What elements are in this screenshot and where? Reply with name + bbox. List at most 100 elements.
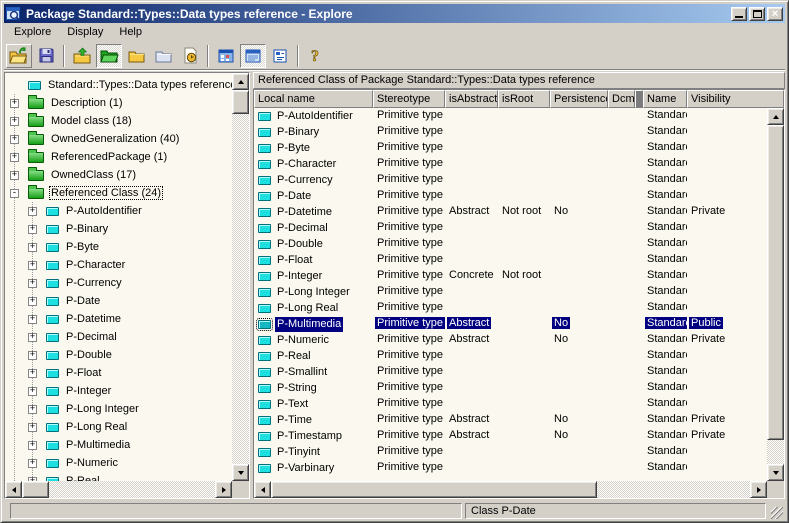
expander-icon[interactable]: + [28,387,37,396]
column-header-isroot[interactable]: isRoot [498,90,550,108]
table-row[interactable]: P-TimestampPrimitive typeAbstractNoStand… [254,428,767,444]
table-row[interactable]: P-DoublePrimitive typeStandarc [254,236,767,252]
expander-icon[interactable]: + [10,117,19,126]
tree-item-p-double[interactable]: +P-Double [8,346,232,364]
expander-icon[interactable]: + [28,405,37,414]
tree-item-p-currency[interactable]: +P-Currency [8,274,232,292]
table-row[interactable]: P-MultimediaPrimitive typeAbstractNoStan… [254,316,767,332]
tree-item-p-byte[interactable]: +P-Byte [8,238,232,256]
folder-pale-button[interactable] [150,44,176,68]
scroll-track[interactable] [232,90,249,464]
expander-icon[interactable]: + [28,459,37,468]
tree-item-p-date[interactable]: +P-Date [8,292,232,310]
expander-icon[interactable]: + [28,369,37,378]
table-row[interactable]: P-BinaryPrimitive typeStandarc [254,124,767,140]
view-large-icons-button[interactable] [213,44,239,68]
table-row[interactable]: P-Long IntegerPrimitive typeStandarc [254,284,767,300]
expander-icon[interactable]: + [28,261,37,270]
tree-item-p-multimedia[interactable]: +P-Multimedia [8,436,232,454]
expander-icon[interactable]: + [28,279,37,288]
table-row[interactable]: P-DatetimePrimitive typeAbstractNot root… [254,204,767,220]
expander-icon[interactable]: - [10,189,19,198]
column-header-persistence[interactable]: Persistence [550,90,608,108]
table-row[interactable]: P-TimePrimitive typeAbstractNoStandarcPr… [254,412,767,428]
scroll-up-button[interactable] [232,73,249,90]
table-row[interactable]: P-CurrencyPrimitive typeStandarc [254,172,767,188]
table-row[interactable]: P-SmallintPrimitive typeStandarc [254,364,767,380]
expander-icon[interactable]: + [28,243,37,252]
column-header-dcml[interactable]: Dcml [608,90,635,108]
expander-icon[interactable]: + [10,99,19,108]
table-row[interactable]: P-NumericPrimitive typeAbstractNoStandar… [254,332,767,348]
tree-item-p-datetime[interactable]: +P-Datetime [8,310,232,328]
table-row[interactable]: P-TinyintPrimitive typeStandarc [254,444,767,460]
expander-icon[interactable]: + [28,333,37,342]
table-row[interactable]: P-IntegerPrimitive typeConcreteNot rootS… [254,268,767,284]
expander-icon[interactable]: + [10,153,19,162]
table-row[interactable]: P-DatePrimitive typeStandarc [254,188,767,204]
column-header-spacer[interactable] [635,90,643,108]
expander-icon[interactable]: + [28,441,37,450]
tree-item-p-autoidentifier[interactable]: +P-AutoIdentifier [8,202,232,220]
scroll-track[interactable] [271,481,750,498]
tree-item-p-numeric[interactable]: +P-Numeric [8,454,232,472]
menu-help[interactable]: Help [111,24,150,41]
tree-item-p-integer[interactable]: +P-Integer [8,382,232,400]
open-explore-button[interactable] [6,44,32,68]
table-row[interactable]: P-StringPrimitive typeStandarc [254,380,767,396]
tree-item-referencedpackage-1[interactable]: +ReferencedPackage (1) [8,148,232,166]
tree-item-referenced-class-24[interactable]: -Referenced Class (24) [8,184,232,202]
tree-item-p-character[interactable]: +P-Character [8,256,232,274]
help-button[interactable]: ? [303,44,329,68]
table-row[interactable]: P-BytePrimitive typeStandarc [254,140,767,156]
tree-item-p-long-integer[interactable]: +P-Long Integer [8,400,232,418]
table-row[interactable]: P-AutoIdentifierPrimitive typeStandarc [254,108,767,124]
tree-horizontal-scrollbar[interactable] [5,481,232,498]
save-button[interactable] [33,44,59,68]
column-header-stereotype[interactable]: Stereotype [373,90,445,108]
column-header-local-name[interactable]: Local name [254,90,373,108]
folder-open-green-button[interactable] [96,44,122,68]
table-row[interactable]: P-VarbinaryPrimitive typeStandarc [254,460,767,476]
scroll-right-button[interactable] [750,481,767,498]
column-header-isabstract[interactable]: isAbstract [445,90,498,108]
expander-icon[interactable]: + [10,135,19,144]
expander-icon[interactable]: + [28,315,37,324]
view-details-button[interactable] [240,44,266,68]
folder-yellow-button[interactable] [123,44,149,68]
doc-clock-button[interactable] [177,44,203,68]
scroll-down-button[interactable] [232,464,249,481]
tree-item-p-float[interactable]: +P-Float [8,364,232,382]
column-header-visibility[interactable]: Visibility [687,90,784,108]
scroll-thumb[interactable] [767,125,784,440]
menu-display[interactable]: Display [59,24,111,41]
folder-up-button[interactable] [69,44,95,68]
table-row[interactable]: P-DecimalPrimitive typeStandarc [254,220,767,236]
scroll-right-button[interactable] [215,481,232,498]
tree-item-ownedclass-17[interactable]: +OwnedClass (17) [8,166,232,184]
table-row[interactable]: P-TextPrimitive typeStandarc [254,396,767,412]
view-outline-button[interactable] [267,44,293,68]
table-row[interactable]: P-FloatPrimitive typeStandarc [254,252,767,268]
table-row[interactable]: P-RealPrimitive typeStandarc [254,348,767,364]
menu-explore[interactable]: Explore [6,24,59,41]
expander-icon[interactable]: + [28,351,37,360]
scroll-left-button[interactable] [254,481,271,498]
scroll-thumb[interactable] [22,481,49,498]
tree-item-p-decimal[interactable]: +P-Decimal [8,328,232,346]
expander-icon[interactable]: + [28,477,37,482]
scroll-up-button[interactable] [767,108,784,125]
table-vertical-scrollbar[interactable] [767,108,784,481]
tree-item-p-long-real[interactable]: +P-Long Real [8,418,232,436]
scroll-left-button[interactable] [5,481,22,498]
expander-icon[interactable]: + [28,297,37,306]
expander-icon[interactable]: + [28,423,37,432]
expander-icon[interactable]: + [28,225,37,234]
table-row[interactable]: P-CharacterPrimitive typeStandarc [254,156,767,172]
scroll-track[interactable] [22,481,215,498]
scroll-down-button[interactable] [767,464,784,481]
tree-root-item[interactable]: Standard::Types::Data types reference [8,76,232,94]
table-row[interactable]: P-Long RealPrimitive typeStandarc [254,300,767,316]
table-horizontal-scrollbar[interactable] [254,481,767,498]
tree-item-model-class-18[interactable]: +Model class (18) [8,112,232,130]
